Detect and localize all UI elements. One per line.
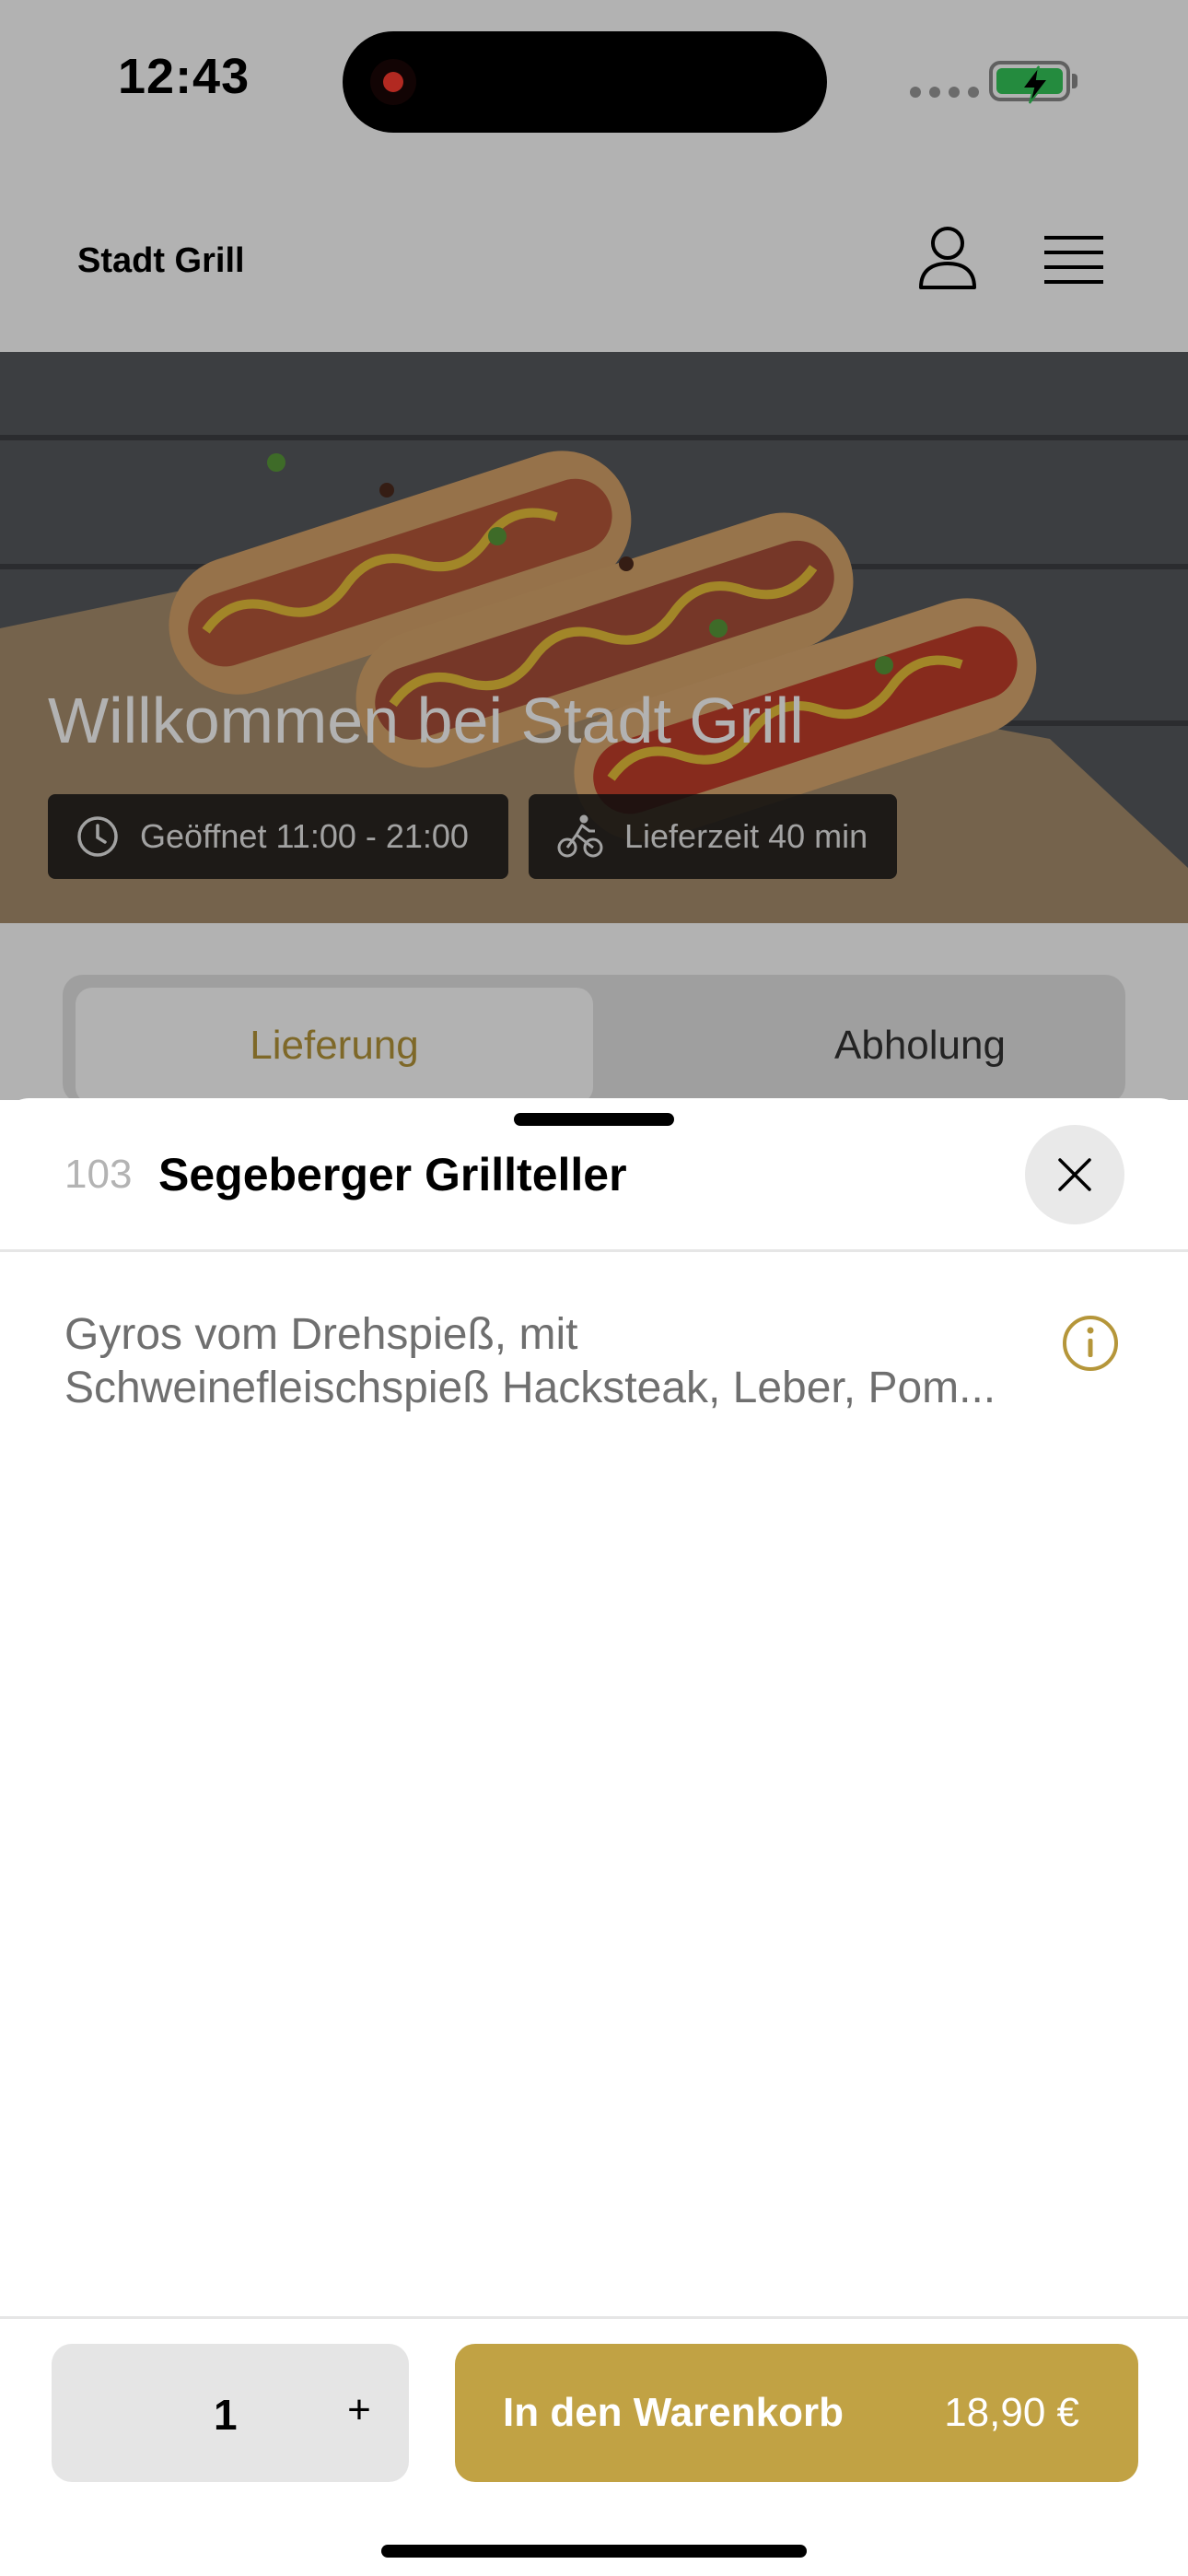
close-icon: [1058, 1158, 1091, 1191]
item-description: Gyros vom Drehspieß, mit Schweinefleisch…: [64, 1308, 1059, 1415]
screen: 12:43 Stadt Grill Willkommen bei Stadt G…: [0, 0, 1188, 2576]
home-indicator[interactable]: [381, 2545, 807, 2558]
description-line: Schweinefleischspieß Hacksteak, Leber, P…: [64, 1364, 996, 1412]
item-number: 103: [64, 1152, 133, 1197]
item-detail-sheet: 103 Segeberger Grillteller Gyros vom Dre…: [0, 1098, 1188, 2576]
close-button[interactable]: [1025, 1125, 1124, 1224]
price-label: 18,90 €: [944, 2390, 1079, 2435]
sheet-backdrop[interactable]: [0, 0, 1188, 1100]
sheet-grabber[interactable]: [514, 1113, 674, 1126]
increase-quantity-button[interactable]: +: [330, 2381, 389, 2440]
info-icon[interactable]: [1061, 1314, 1120, 1373]
quantity-stepper: 1 +: [52, 2344, 409, 2482]
description-line: Gyros vom Drehspieß, mit: [64, 1310, 578, 1359]
item-title: Segeberger Grillteller: [158, 1149, 627, 1200]
add-to-cart-button[interactable]: In den Warenkorb 18,90 €: [455, 2344, 1138, 2482]
divider: [0, 1249, 1188, 1252]
add-to-cart-label: In den Warenkorb: [503, 2390, 844, 2435]
quantity-value: 1: [214, 2391, 238, 2439]
divider: [0, 2316, 1188, 2319]
